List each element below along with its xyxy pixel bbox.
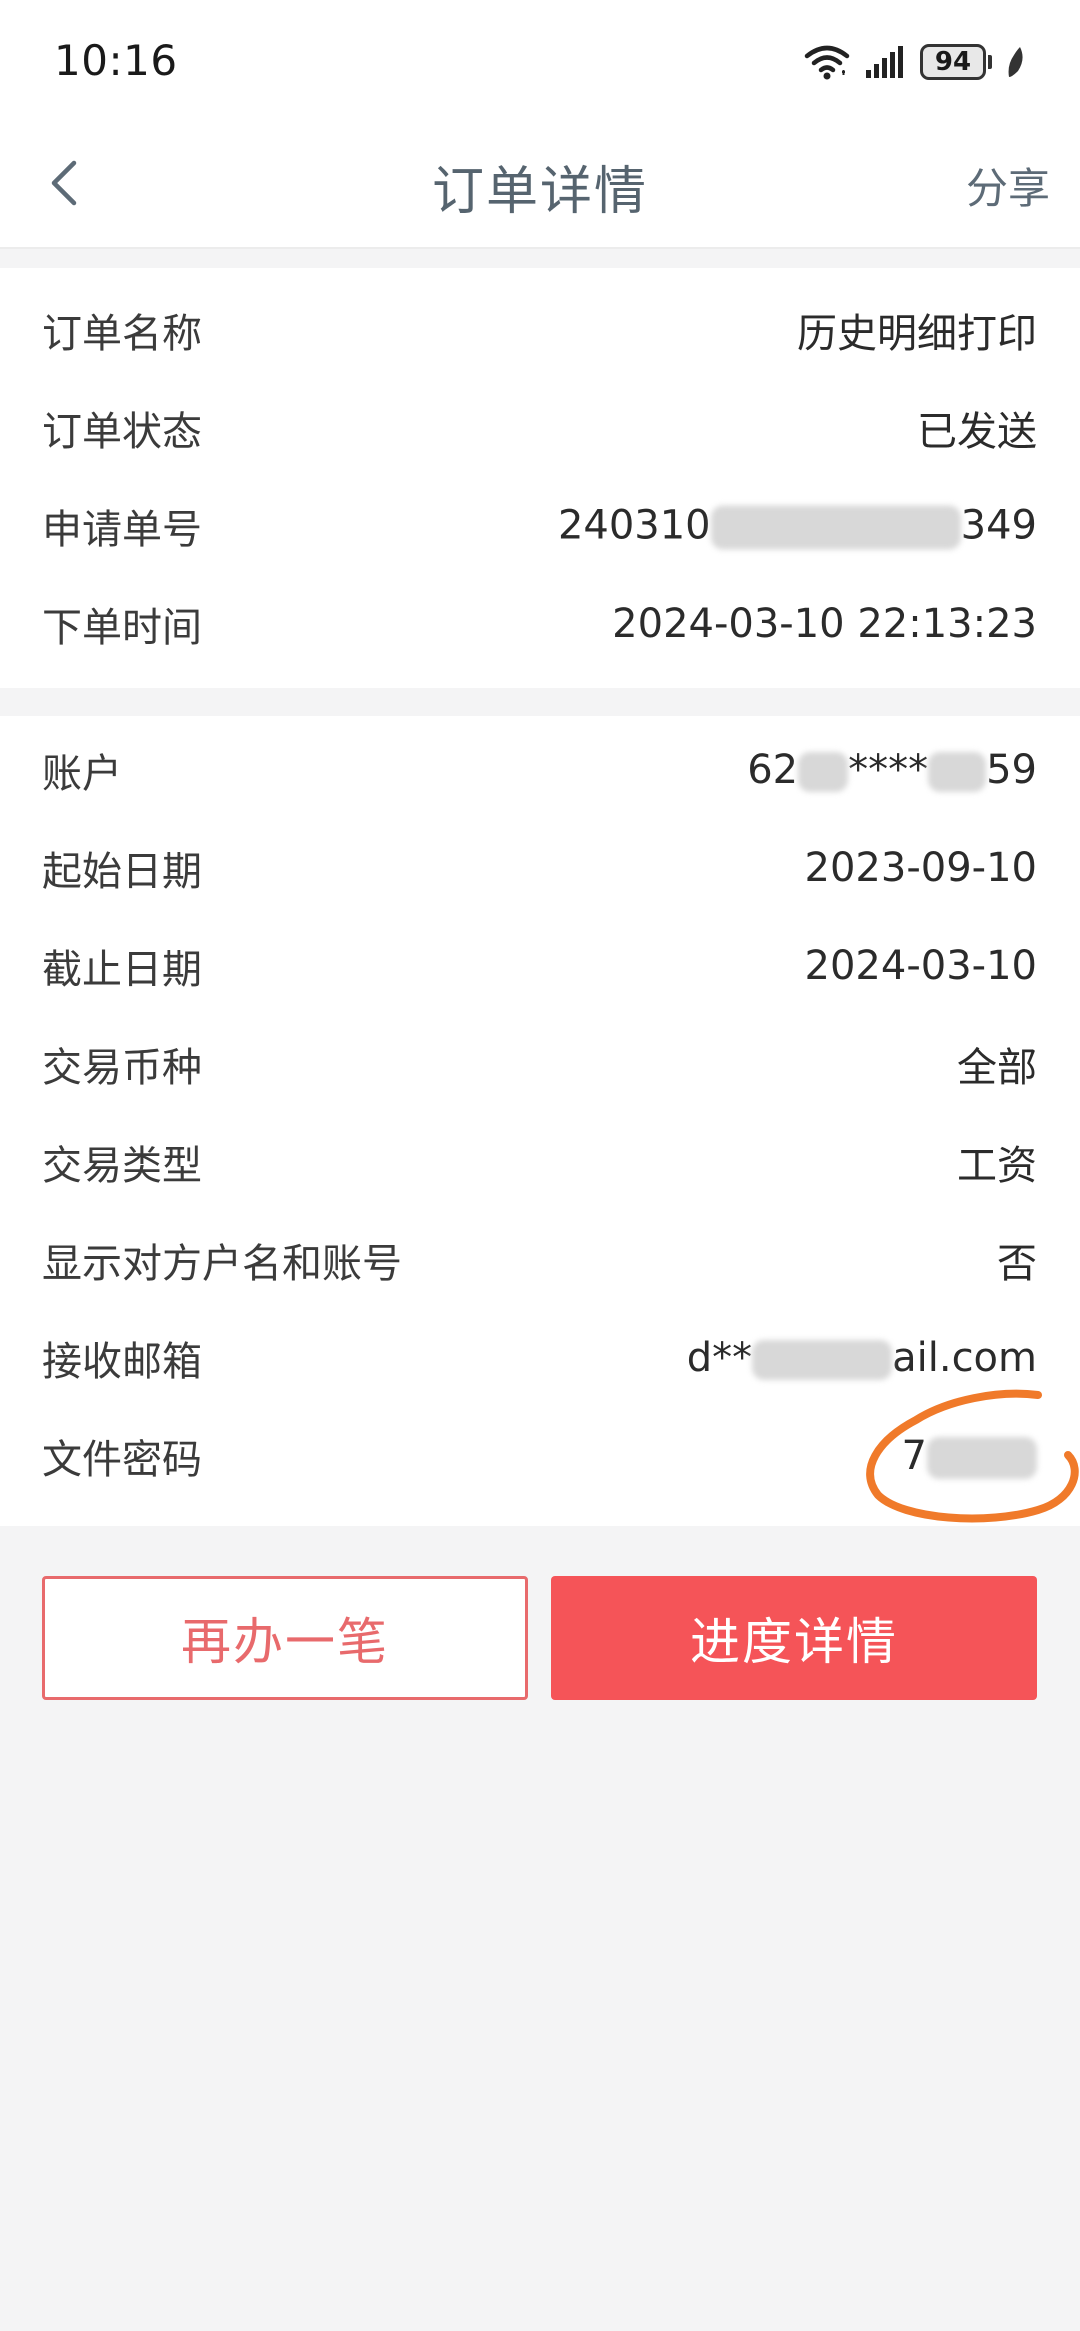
show-counterparty-row: 显示对方户名和账号 否 [0, 1211, 1080, 1309]
file-password-prefix: 7 [901, 1433, 927, 1479]
order-status-row: 订单状态 已发送 [0, 379, 1080, 477]
again-button[interactable]: 再办一笔 [42, 1576, 528, 1700]
file-password-label: 文件密码 [42, 1437, 202, 1483]
start-date-value: 2023-09-10 [804, 845, 1037, 891]
page-title: 订单详情 [431, 162, 648, 222]
transaction-type-row: 交易类型 工资 [0, 1113, 1080, 1211]
application-number-row: 申请单号 240310 349 [0, 477, 1080, 575]
application-number-value: 240310 349 [558, 503, 1037, 550]
order-info-card: 订单名称 历史明细打印 订单状态 已发送 申请单号 240310 349 下单时间… [0, 268, 1080, 688]
status-icons: 94 [804, 40, 1026, 84]
currency-label: 交易币种 [42, 1045, 202, 1091]
order-name-value: 历史明细打印 [797, 311, 1037, 357]
email-value: d** ail.com [687, 1335, 1037, 1381]
currency-value: 全部 [957, 1045, 1037, 1091]
share-button[interactable]: 分享 [966, 155, 1050, 216]
show-counterparty-value: 否 [997, 1241, 1037, 1287]
redacted-patch [752, 1340, 893, 1380]
account-row: 账户 62 **** 59 [0, 721, 1080, 819]
redacted-patch [710, 505, 961, 550]
email-row: 接收邮箱 d** ail.com [0, 1309, 1080, 1407]
nav-bar: 订单详情 分享 [0, 125, 1080, 249]
status-time: 10:16 [54, 36, 178, 85]
order-name-label: 订单名称 [42, 311, 202, 357]
account-label: 账户 [42, 751, 122, 797]
account-value: 62 **** 59 [747, 747, 1037, 793]
leaf-icon [1006, 45, 1026, 79]
email-label: 接收邮箱 [42, 1339, 202, 1385]
order-time-label: 下单时间 [42, 605, 202, 651]
detail-info-card: 账户 62 **** 59 起始日期 2023-09-10 截止日期 2024-03… [0, 716, 1080, 1526]
order-status-value: 已发送 [917, 409, 1037, 455]
account-suffix: 59 [986, 747, 1037, 793]
end-date-row: 截止日期 2024-03-10 [0, 917, 1080, 1015]
show-counterparty-label: 显示对方户名和账号 [42, 1241, 402, 1287]
status-bar: 10:16 94 [0, 0, 1080, 125]
account-middle: **** [848, 747, 929, 793]
redacted-patch [798, 752, 849, 792]
application-number-label: 申请单号 [42, 507, 202, 553]
application-number-prefix: 240310 [557, 502, 711, 549]
end-date-label: 截止日期 [42, 947, 202, 993]
order-time-value: 2024-03-10 22:13:23 [612, 601, 1037, 647]
email-suffix: ail.com [892, 1335, 1037, 1381]
account-prefix: 62 [747, 747, 799, 793]
order-time-row: 下单时间 2024-03-10 22:13:23 [0, 575, 1080, 673]
battery-icon: 94 [920, 44, 992, 80]
progress-details-button[interactable]: 进度详情 [551, 1576, 1037, 1700]
start-date-label: 起始日期 [42, 849, 202, 895]
application-number-suffix: 349 [960, 502, 1037, 549]
order-status-label: 订单状态 [42, 409, 202, 455]
currency-row: 交易币种 全部 [0, 1015, 1080, 1113]
transaction-type-value: 工资 [957, 1143, 1037, 1189]
transaction-type-label: 交易类型 [42, 1143, 202, 1189]
signal-icon [864, 44, 906, 80]
file-password-value: 7 [902, 1433, 1037, 1479]
end-date-value: 2024-03-10 [804, 943, 1037, 989]
file-password-row: 文件密码 7 [0, 1407, 1080, 1505]
order-name-row: 订单名称 历史明细打印 [0, 281, 1080, 379]
redacted-patch [928, 752, 987, 792]
start-date-row: 起始日期 2023-09-10 [0, 819, 1080, 917]
email-prefix: d** [686, 1335, 753, 1381]
redacted-patch [927, 1437, 1037, 1479]
wifi-icon [804, 42, 850, 82]
battery-level: 94 [920, 44, 986, 80]
